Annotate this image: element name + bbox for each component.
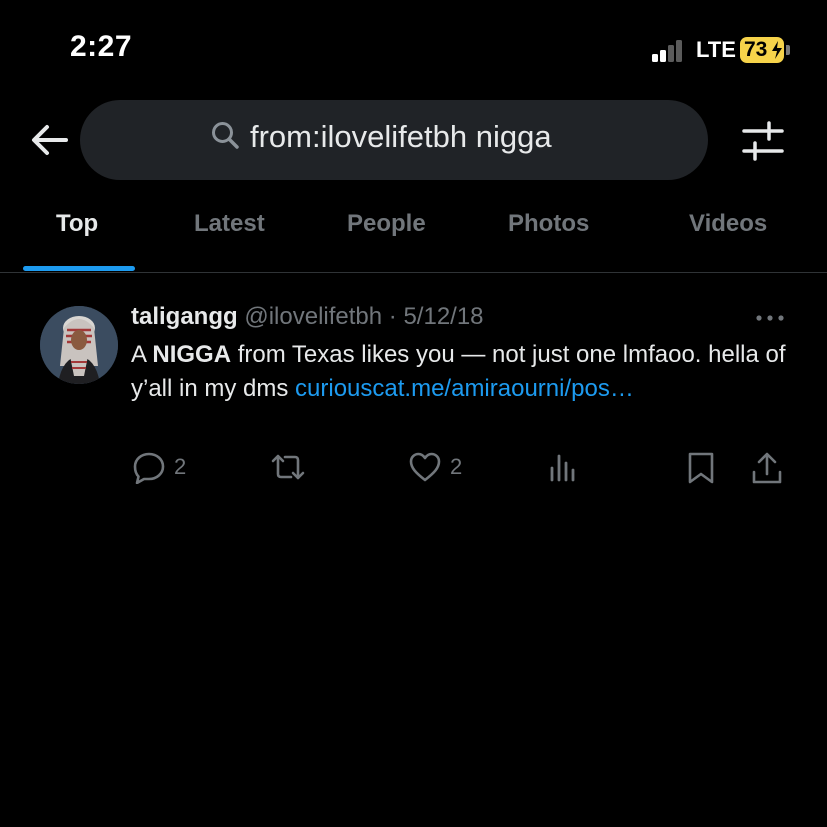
avatar[interactable] [40, 306, 118, 384]
search-tabs: Top Latest People Photos Videos [0, 196, 827, 272]
back-arrow-icon [32, 125, 68, 155]
heart-icon [409, 452, 441, 482]
status-bar: 2:27 LTE 73 [0, 0, 827, 100]
reply-count: 2 [174, 454, 187, 479]
like-button[interactable]: 2 [408, 450, 478, 486]
search-icon [212, 122, 239, 149]
retweet-icon [271, 454, 305, 480]
header-separator: · [388, 303, 397, 330]
tab-top[interactable]: Top [56, 210, 98, 238]
share-icon [752, 452, 782, 484]
battery-icon: 73 [740, 37, 784, 63]
tabs-divider [0, 272, 827, 273]
battery-cap [786, 45, 790, 55]
search-filter-button[interactable] [740, 118, 786, 164]
bookmark-icon [688, 452, 714, 484]
network-type: LTE [696, 37, 736, 62]
retweet-button[interactable] [270, 450, 310, 486]
status-time: 2:27 [70, 30, 133, 63]
analytics-icon [550, 454, 575, 482]
tweet-text: A NIGGA from Texas likes you — not just … [131, 338, 791, 406]
back-button[interactable] [28, 118, 72, 162]
tweet-text-highlight: NIGGA [152, 341, 232, 368]
tweet-text-start: A [131, 341, 153, 368]
tweet-link[interactable]: curiouscat.me/amiraourni/pos… [295, 375, 634, 402]
display-name[interactable]: taligangg [131, 303, 238, 330]
user-handle[interactable]: @ilovelifetbh [244, 303, 382, 330]
tab-photos[interactable]: Photos [508, 210, 589, 238]
reply-icon [133, 452, 165, 484]
tab-latest[interactable]: Latest [194, 210, 265, 238]
like-count: 2 [450, 454, 463, 479]
search-field[interactable]: from:ilovelifetbh nigga [80, 100, 708, 180]
share-button[interactable] [750, 450, 784, 486]
charging-bolt-icon [772, 41, 782, 59]
reply-button[interactable]: 2 [132, 450, 202, 486]
more-dots-icon [756, 315, 784, 321]
more-options-button[interactable] [754, 307, 786, 329]
tweet-header: taligangg @ilovelifetbh · 5/12/18 [131, 303, 484, 331]
bookmark-button[interactable] [686, 450, 716, 486]
battery-level: 73 [744, 38, 768, 61]
views-button[interactable] [548, 450, 580, 486]
signal-icon [652, 40, 690, 62]
sliders-icon [742, 121, 784, 161]
active-tab-indicator [23, 266, 135, 271]
tab-people[interactable]: People [347, 210, 426, 238]
tweet-date[interactable]: 5/12/18 [403, 303, 483, 330]
tab-videos[interactable]: Videos [689, 210, 767, 238]
avatar-image [40, 306, 118, 384]
search-query[interactable]: from:ilovelifetbh nigga [250, 119, 552, 155]
